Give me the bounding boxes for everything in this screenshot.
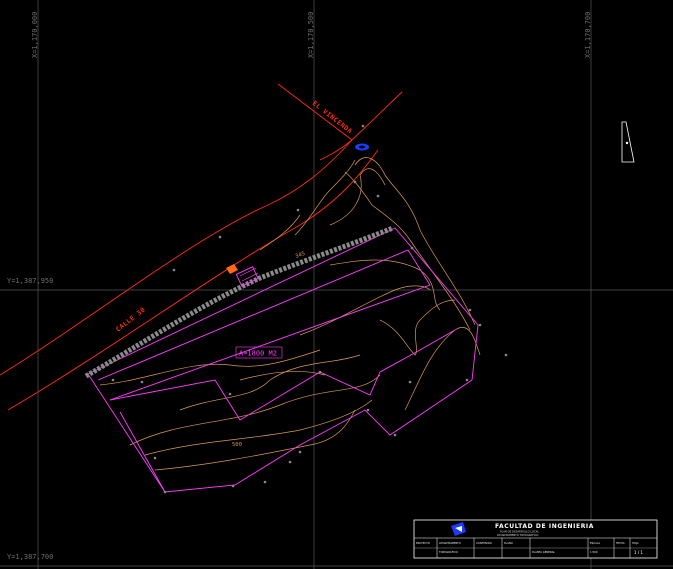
road-lines xyxy=(0,83,403,411)
title-block-subtitle-2: LEVANTAMIENTO TOPOGRAFICO xyxy=(497,533,538,537)
grid-label-x2: X=1,170,500 xyxy=(307,12,315,58)
title-block-cell: PLANO xyxy=(504,541,513,545)
grid-label-x1: X=1,170,000 xyxy=(31,12,39,58)
grid-label-y1: Y=1,387,950 xyxy=(7,277,53,285)
title-block-cell: CONTENIDO xyxy=(476,541,492,545)
title-block-cell: 1:500 xyxy=(590,550,598,554)
road-label-via: EL VINCENDA xyxy=(311,99,354,135)
title-block-cell: LEVANTAMIENTO xyxy=(439,541,461,545)
title-block-title: FACULTAD DE INGENIERIA xyxy=(495,523,594,530)
north-arrow-icon xyxy=(621,121,635,163)
title-block-cell: FECHA xyxy=(616,541,625,545)
cad-drawing: X=1,170,000 X=1,170,500 X=1,170,700 Y=1,… xyxy=(0,0,673,569)
title-block-cell: HOJA xyxy=(632,541,639,545)
title-block-cell: ESCALA xyxy=(590,541,600,545)
blue-marker xyxy=(355,143,369,151)
title-block-cell: PROYECTO xyxy=(416,541,430,545)
title-block-cell: TOPOGRAFICO xyxy=(439,550,458,554)
area-label: A=1800 M2 xyxy=(239,350,277,358)
title-block-cell: PLANTA GENERAL xyxy=(532,550,555,554)
title-block-sheet: 1 / 1 xyxy=(634,550,643,555)
title-block-subtitle-1: PLAN DE DESARROLLO LOCAL xyxy=(500,530,539,534)
grid-label-x3: X=1,170,700 xyxy=(584,12,592,58)
road-label-calle: CALLE 30 xyxy=(114,306,147,334)
contour-lines xyxy=(99,157,481,471)
grid-label-y2: Y=1,387,700 xyxy=(7,553,53,561)
contour-label-500: 500 xyxy=(232,442,242,448)
coordinate-grid xyxy=(0,0,673,569)
